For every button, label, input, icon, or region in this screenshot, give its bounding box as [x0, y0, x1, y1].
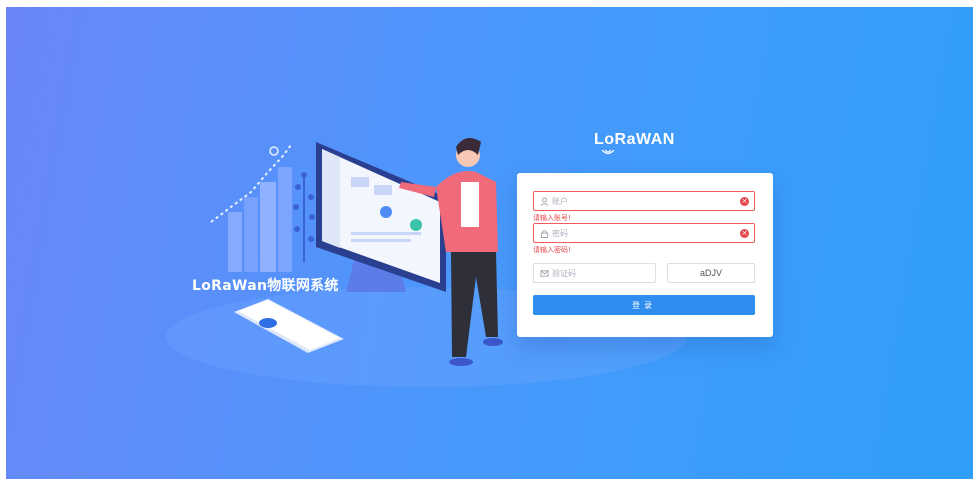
- user-icon: [540, 196, 549, 206]
- account-field[interactable]: ×: [533, 191, 755, 211]
- captcha-image[interactable]: aDJV: [667, 263, 755, 283]
- logo-text: LoRaWAN: [594, 131, 675, 148]
- system-title: LoRaWan物联网系统: [192, 278, 339, 294]
- lock-icon: [540, 229, 549, 238]
- plant-decoration: [293, 172, 315, 262]
- lorawan-logo: LoRaWAN: [590, 127, 680, 161]
- account-input[interactable]: [552, 196, 722, 206]
- monitor-illustration: [316, 142, 446, 292]
- captcha-input[interactable]: [552, 268, 642, 278]
- city-graph-decoration: [210, 144, 292, 272]
- password-field[interactable]: ×: [533, 223, 755, 243]
- password-error-icon: ×: [740, 229, 749, 238]
- captcha-field[interactable]: [533, 263, 656, 283]
- password-input[interactable]: [552, 228, 722, 238]
- account-error-icon: ×: [740, 197, 749, 206]
- account-error-text: 请输入账号!: [533, 214, 571, 222]
- login-page-background: LoRaWan物联网系统 LoRaWAN × 请输入账号! × 请输入密码!: [6, 7, 973, 479]
- illustration: [166, 138, 686, 387]
- login-card: × 请输入账号! × 请输入密码! aDJV 登录: [517, 173, 773, 337]
- mail-icon: [540, 269, 549, 277]
- login-button[interactable]: 登录: [533, 295, 755, 315]
- password-error-text: 请输入密码!: [533, 246, 571, 254]
- signal-icon: [601, 149, 615, 155]
